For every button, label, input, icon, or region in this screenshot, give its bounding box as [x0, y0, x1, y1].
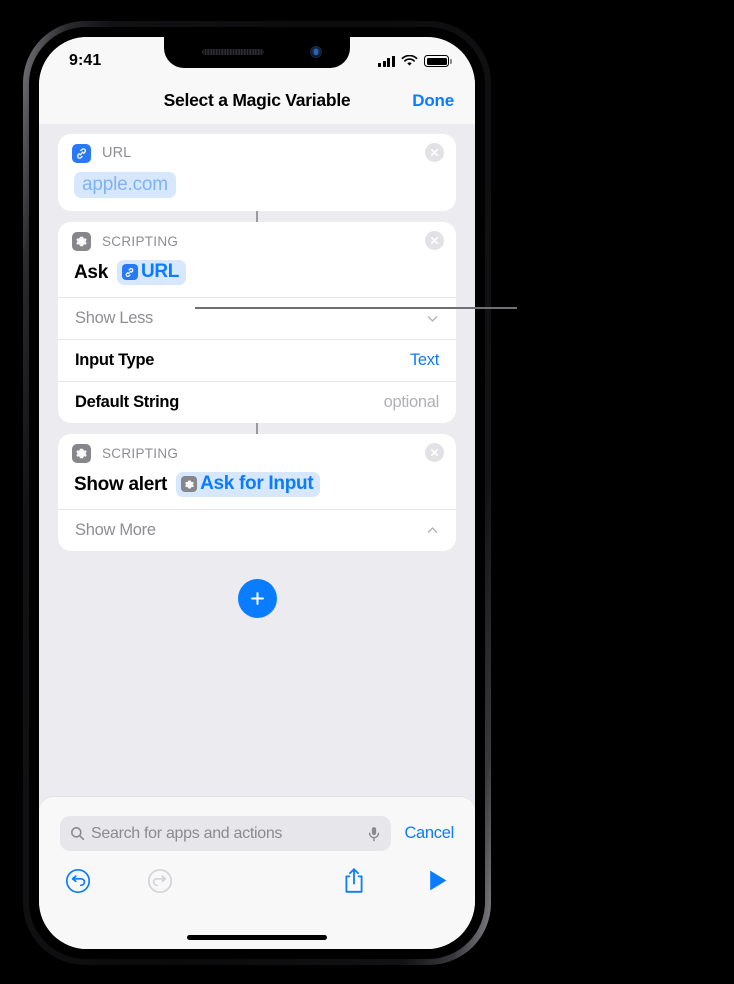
redo-icon: [147, 868, 173, 893]
gear-icon: [72, 231, 91, 251]
row-input-type[interactable]: Input Type Text: [58, 339, 456, 381]
earpiece-speaker-icon: [202, 49, 264, 55]
search-placeholder: Search for apps and actions: [91, 824, 283, 842]
play-icon[interactable]: [427, 869, 449, 892]
wifi-icon: [401, 55, 418, 66]
editor-toolbar: [39, 851, 475, 894]
page-title: Select a Magic Variable: [163, 90, 351, 110]
phone-screen: 9:41 Select a Magic Variable Done URL ap…: [39, 37, 475, 949]
row-value[interactable]: Text: [410, 351, 439, 370]
add-action-button[interactable]: [237, 579, 277, 618]
close-icon[interactable]: [425, 231, 444, 250]
card-body[interactable]: Show alert Ask for Input: [58, 472, 456, 509]
close-icon[interactable]: [425, 143, 444, 162]
card-label: SCRIPTING: [102, 233, 179, 249]
card-connector: [255, 211, 259, 222]
device-bezel: 9:41 Select a Magic Variable Done URL ap…: [29, 27, 485, 959]
pill-label: URL: [140, 261, 180, 282]
link-icon: [121, 264, 138, 280]
row-label: Input Type: [75, 351, 155, 369]
card-body[interactable]: apple.com: [58, 172, 456, 211]
gear-icon: [181, 476, 198, 492]
gear-icon: [72, 443, 91, 463]
action-statement: Ask URL: [74, 260, 440, 285]
share-icon[interactable]: [343, 867, 365, 894]
row-label: Show Less: [75, 309, 154, 327]
toolbar-right-group: [343, 867, 449, 894]
front-camera-icon: [310, 46, 322, 58]
notch: [164, 37, 350, 68]
battery-icon: [424, 55, 452, 67]
plus-icon: [250, 592, 264, 605]
cancel-button[interactable]: Cancel: [404, 824, 454, 843]
add-action-container: [58, 579, 456, 618]
action-list[interactable]: URL apple.com SCRIPTING Ask URL Show Les…: [39, 124, 475, 797]
row-show-less[interactable]: Show Less: [58, 297, 456, 339]
home-indicator[interactable]: [187, 935, 327, 940]
chevron-down-icon[interactable]: [426, 312, 439, 325]
chevron-up-icon[interactable]: [426, 524, 439, 537]
navigation-bar: Select a Magic Variable Done: [39, 77, 475, 124]
card-connector: [255, 423, 259, 434]
search-icon: [71, 827, 85, 841]
search-input[interactable]: Search for apps and actions: [60, 816, 392, 851]
magic-variable-pill-ask-for-input[interactable]: Ask for Input: [176, 472, 321, 497]
action-card-url[interactable]: URL apple.com: [58, 134, 456, 211]
status-indicators: [378, 55, 452, 67]
card-header: SCRIPTING: [58, 222, 456, 260]
action-prefix-text: Ask: [74, 261, 108, 283]
row-label: Show More: [75, 521, 156, 539]
row-value[interactable]: optional: [384, 393, 440, 412]
card-header: URL: [58, 134, 456, 172]
row-label: Default String: [75, 393, 179, 411]
card-label: SCRIPTING: [102, 445, 179, 461]
callout-leader-line: [195, 307, 517, 310]
card-header: SCRIPTING: [58, 434, 456, 472]
iphone-device-frame: 9:41 Select a Magic Variable Done URL ap…: [23, 21, 491, 965]
url-value-pill[interactable]: apple.com: [74, 172, 176, 198]
close-icon[interactable]: [425, 443, 444, 462]
row-default-string[interactable]: Default String optional: [58, 381, 456, 423]
action-card-ask-for-input[interactable]: SCRIPTING Ask URL Show Less Input Type T…: [58, 222, 456, 423]
card-label: URL: [102, 145, 132, 161]
status-time: 9:41: [69, 52, 102, 69]
done-button[interactable]: Done: [412, 91, 454, 111]
action-prefix-text: Show alert: [74, 473, 168, 495]
action-card-show-alert[interactable]: SCRIPTING Show alert Ask for Input Show …: [58, 434, 456, 551]
pill-label: Ask for Input: [200, 473, 314, 494]
card-body[interactable]: Ask URL: [58, 260, 456, 297]
search-row: Search for apps and actions Cancel: [39, 797, 475, 851]
cellular-bars-icon: [378, 55, 395, 67]
link-icon: [72, 143, 91, 163]
action-statement: Show alert Ask for Input: [74, 472, 440, 497]
bottom-bar: Search for apps and actions Cancel: [39, 797, 475, 949]
screenshot-root: 9:41 Select a Magic Variable Done URL ap…: [0, 0, 734, 984]
toolbar-left-group: [65, 868, 173, 894]
undo-icon[interactable]: [65, 868, 91, 894]
magic-variable-pill-url[interactable]: URL: [116, 260, 187, 285]
row-show-more[interactable]: Show More: [58, 509, 456, 551]
microphone-icon[interactable]: [367, 826, 381, 842]
